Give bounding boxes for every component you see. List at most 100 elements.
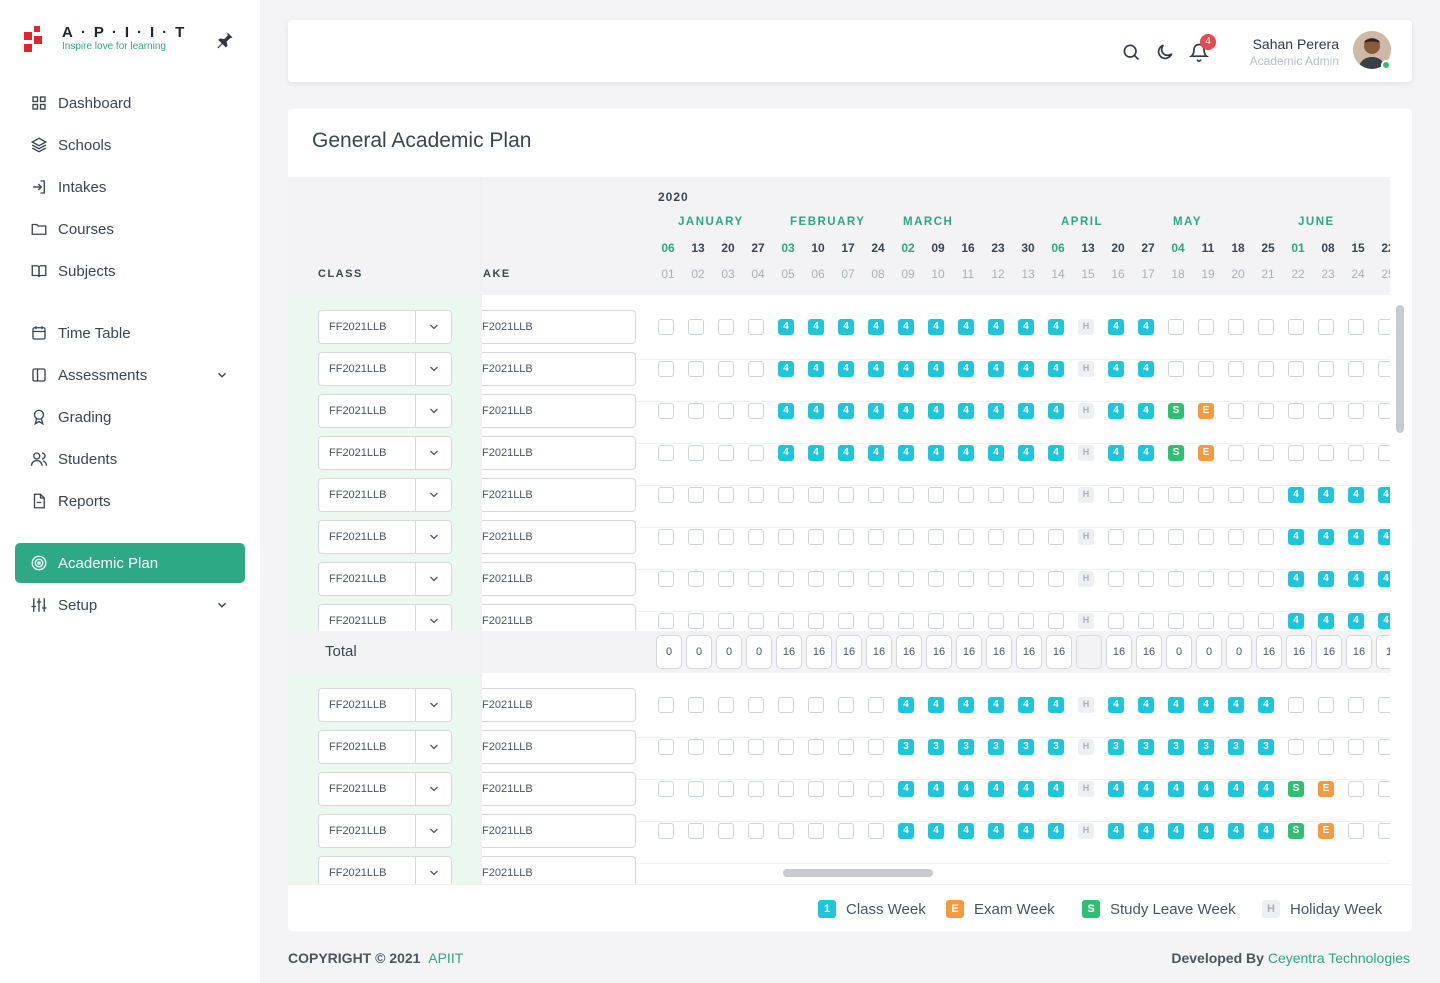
class-week-cell[interactable]: 4	[1228, 697, 1244, 713]
week-checkbox[interactable]	[808, 739, 824, 755]
week-checkbox[interactable]	[718, 739, 734, 755]
week-checkbox[interactable]	[958, 571, 974, 587]
week-checkbox[interactable]	[1378, 445, 1390, 461]
week-checkbox[interactable]	[1378, 823, 1390, 839]
class-week-cell[interactable]: 4	[898, 823, 914, 839]
week-checkbox[interactable]	[868, 571, 884, 587]
class-week-cell[interactable]: 4	[958, 403, 974, 419]
class-week-cell[interactable]: 4	[928, 697, 944, 713]
class-week-cell[interactable]: 4	[1288, 571, 1304, 587]
class-week-cell[interactable]: 4	[808, 445, 824, 461]
class-week-cell[interactable]: 4	[898, 403, 914, 419]
class-week-cell[interactable]: 4	[928, 319, 944, 335]
week-checkbox[interactable]	[1198, 571, 1214, 587]
class-week-cell[interactable]: 3	[1048, 739, 1064, 755]
week-checkbox[interactable]	[1348, 739, 1364, 755]
class-week-cell[interactable]: 4	[1228, 781, 1244, 797]
class-week-cell[interactable]: 4	[778, 403, 794, 419]
class-week-cell[interactable]: 4	[1348, 487, 1364, 503]
week-checkbox[interactable]	[718, 697, 734, 713]
class-week-cell[interactable]: 3	[1018, 739, 1034, 755]
week-checkbox[interactable]	[688, 361, 704, 377]
week-checkbox[interactable]	[1288, 739, 1304, 755]
class-week-cell[interactable]: 4	[1288, 487, 1304, 503]
week-checkbox[interactable]	[1318, 697, 1334, 713]
week-checkbox[interactable]	[658, 487, 674, 503]
class-week-cell[interactable]: 4	[808, 319, 824, 335]
class-week-cell[interactable]: 4	[928, 445, 944, 461]
week-checkbox[interactable]	[658, 739, 674, 755]
class-week-cell[interactable]: 4	[1288, 613, 1304, 629]
class-week-cell[interactable]: 4	[1318, 487, 1334, 503]
class-week-cell[interactable]: 4	[958, 781, 974, 797]
week-checkbox[interactable]	[838, 781, 854, 797]
class-week-cell[interactable]: 4	[1378, 613, 1390, 629]
week-checkbox[interactable]	[928, 613, 944, 629]
sidebar-item-students[interactable]: Students	[15, 439, 245, 479]
week-checkbox[interactable]	[838, 739, 854, 755]
class-week-cell[interactable]: 4	[1288, 529, 1304, 545]
intake-field[interactable]: F2021LLB	[482, 772, 636, 806]
class-week-cell[interactable]: 4	[1108, 697, 1124, 713]
sidebar-item-schools[interactable]: Schools	[15, 125, 245, 165]
class-week-cell[interactable]: 4	[1018, 403, 1034, 419]
week-checkbox[interactable]	[808, 781, 824, 797]
class-week-cell[interactable]: 4	[1048, 823, 1064, 839]
class-week-cell[interactable]: 3	[898, 739, 914, 755]
week-checkbox[interactable]	[748, 571, 764, 587]
week-checkbox[interactable]	[928, 529, 944, 545]
week-checkbox[interactable]	[1138, 571, 1154, 587]
class-week-cell[interactable]: 4	[778, 445, 794, 461]
class-week-cell[interactable]: 4	[1048, 403, 1064, 419]
class-select-toggle[interactable]	[415, 479, 451, 511]
week-checkbox[interactable]	[718, 403, 734, 419]
chevron-down-icon[interactable]	[215, 598, 229, 612]
class-week-cell[interactable]: 4	[1348, 529, 1364, 545]
class-week-cell[interactable]: 4	[1138, 445, 1154, 461]
week-checkbox[interactable]	[1018, 571, 1034, 587]
class-week-cell[interactable]: 4	[1108, 823, 1124, 839]
week-checkbox[interactable]	[1348, 361, 1364, 377]
sidebar-item-grading[interactable]: Grading	[15, 397, 245, 437]
class-select[interactable]: FF2021LLB	[318, 814, 452, 848]
study-leave-cell[interactable]: S	[1288, 781, 1304, 797]
study-leave-cell[interactable]: S	[1168, 445, 1184, 461]
class-week-cell[interactable]: 4	[958, 361, 974, 377]
class-week-cell[interactable]: 4	[838, 319, 854, 335]
week-checkbox[interactable]	[808, 529, 824, 545]
class-week-cell[interactable]: 3	[958, 739, 974, 755]
week-checkbox[interactable]	[1198, 613, 1214, 629]
week-checkbox[interactable]	[1288, 403, 1304, 419]
intake-field[interactable]: F2021LLB	[482, 562, 636, 596]
holiday-week-cell[interactable]: H	[1078, 361, 1094, 377]
class-week-cell[interactable]: 3	[1228, 739, 1244, 755]
exam-week-cell[interactable]: E	[1318, 823, 1334, 839]
class-week-cell[interactable]: 4	[868, 361, 884, 377]
week-checkbox[interactable]	[1288, 319, 1304, 335]
week-checkbox[interactable]	[748, 781, 764, 797]
week-checkbox[interactable]	[1348, 823, 1364, 839]
week-checkbox[interactable]	[688, 781, 704, 797]
class-week-cell[interactable]: 4	[1168, 697, 1184, 713]
week-checkbox[interactable]	[748, 403, 764, 419]
intake-field[interactable]: F2021LLB	[482, 310, 636, 344]
exam-week-cell[interactable]: E	[1318, 781, 1334, 797]
class-week-cell[interactable]: 4	[778, 361, 794, 377]
class-select-toggle[interactable]	[415, 521, 451, 553]
week-checkbox[interactable]	[1348, 319, 1364, 335]
class-select[interactable]: FF2021LLB	[318, 352, 452, 386]
class-week-cell[interactable]: 4	[1108, 403, 1124, 419]
week-checkbox[interactable]	[958, 529, 974, 545]
week-checkbox[interactable]	[658, 697, 674, 713]
week-checkbox[interactable]	[838, 613, 854, 629]
class-select-toggle[interactable]	[415, 437, 451, 469]
sidebar-item-subjects[interactable]: Subjects	[15, 251, 245, 291]
week-checkbox[interactable]	[658, 403, 674, 419]
week-checkbox[interactable]	[1228, 361, 1244, 377]
class-week-cell[interactable]: 4	[1108, 781, 1124, 797]
week-checkbox[interactable]	[1138, 529, 1154, 545]
class-week-cell[interactable]: 4	[838, 403, 854, 419]
week-checkbox[interactable]	[718, 571, 734, 587]
class-week-cell[interactable]: 3	[928, 739, 944, 755]
sidebar-item-courses[interactable]: Courses	[15, 209, 245, 249]
